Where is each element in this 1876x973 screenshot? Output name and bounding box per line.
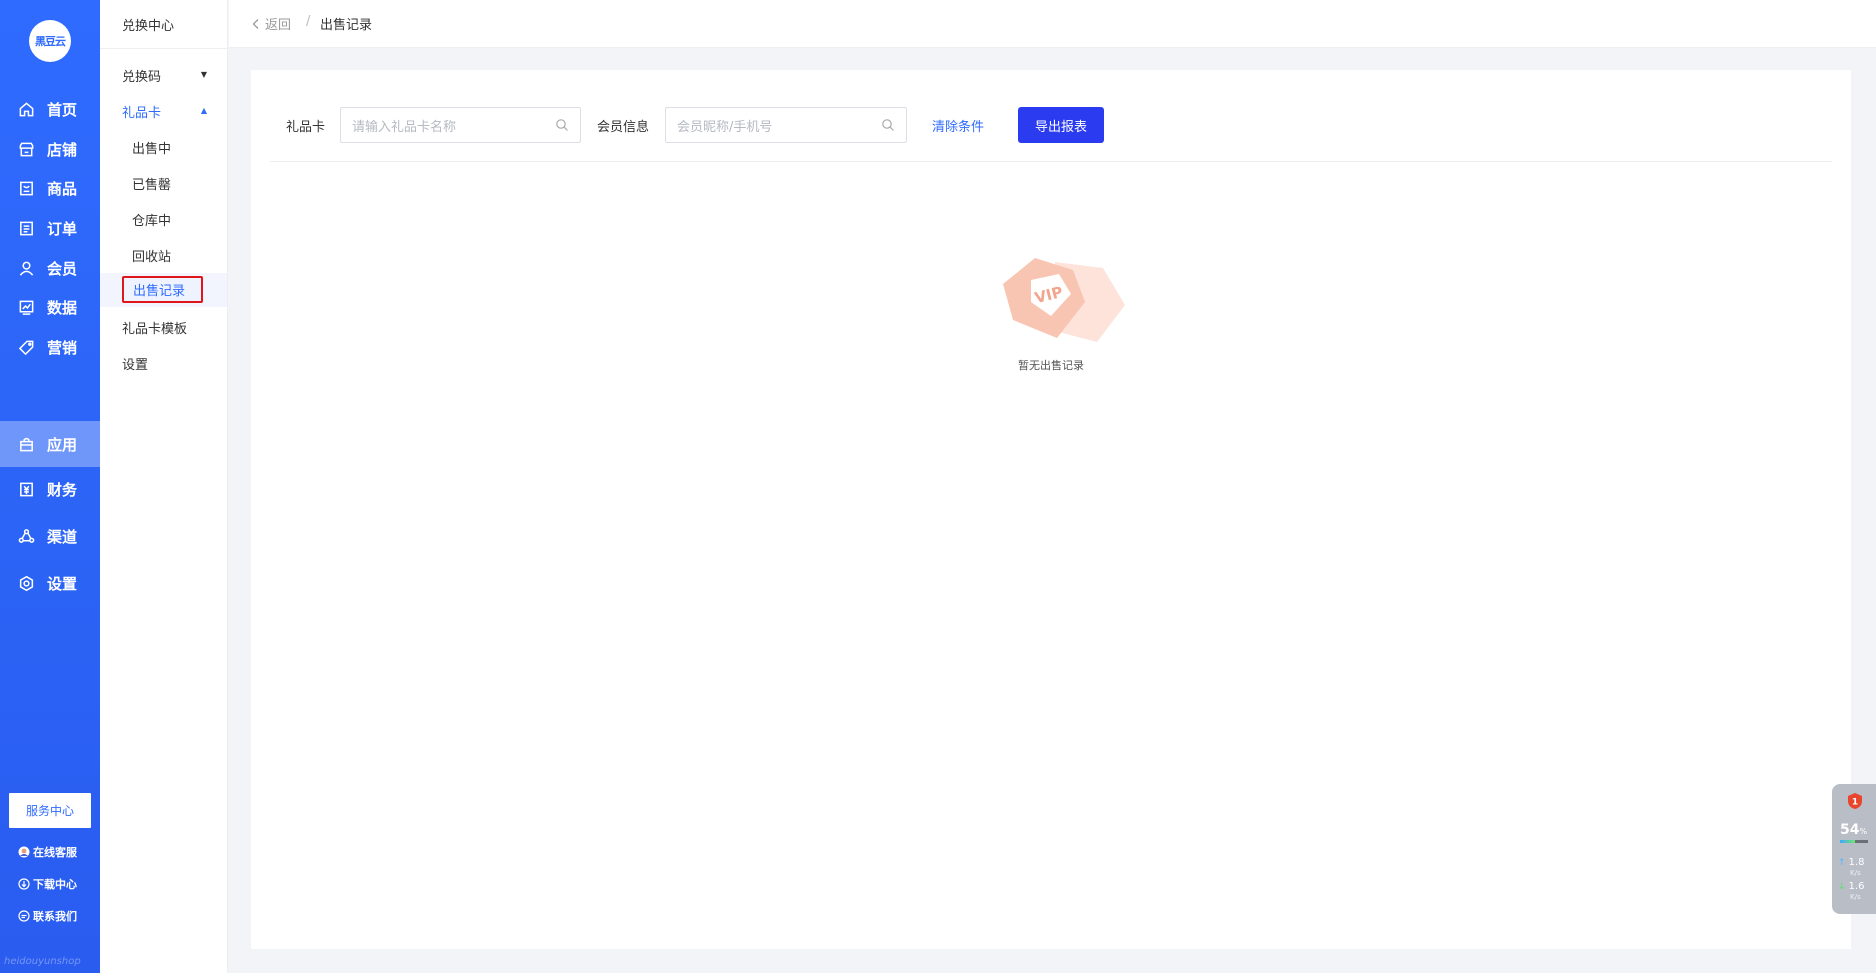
brand-logo-text: 黑豆云 — [35, 35, 66, 48]
empty-state-text: 暂无出售记录 — [1018, 359, 1084, 372]
nav-item-label: 数据 — [47, 298, 78, 317]
search-icon[interactable] — [555, 118, 569, 132]
clear-filters-link[interactable]: 清除条件 — [932, 116, 984, 135]
cpu-percent-value: 54 — [1840, 822, 1860, 838]
online-service-link[interactable]: 在线客服 — [18, 844, 77, 860]
cpu-percent-unit: % — [1859, 827, 1868, 836]
menu-giftcard[interactable]: 礼品卡 — [122, 102, 161, 121]
upload-speed-unit: K/s — [1850, 869, 1861, 877]
chart-icon — [17, 298, 35, 316]
customer-service-icon — [18, 846, 30, 858]
giftcard-filter-label: 礼品卡 — [286, 120, 326, 135]
cpu-percent: 54% — [1840, 822, 1867, 838]
settings-icon — [17, 574, 35, 592]
contact-us-link[interactable]: 联系我们 — [18, 908, 77, 924]
contact-us-label: 联系我们 — [33, 910, 77, 923]
system-monitor-widget[interactable]: 1 54% ↑ 1.8 K/s ↓ 1.6 K/s — [1832, 784, 1876, 914]
menu-giftcard-sold-out[interactable]: 已售罄 — [132, 174, 171, 193]
goods-icon — [17, 179, 35, 197]
giftcard-search-input[interactable]: 请输入礼品卡名称 — [340, 107, 581, 143]
breadcrumb: 返回 / 出售记录 — [229, 0, 1876, 48]
channel-icon — [17, 527, 35, 545]
nav-item-label: 设置 — [47, 574, 78, 593]
nav-item-label: 财务 — [47, 480, 78, 499]
tag-icon — [17, 338, 35, 356]
nav-item-label: 营销 — [47, 338, 78, 357]
chevron-down-icon[interactable]: ▼ — [201, 70, 207, 79]
menu-settings[interactable]: 设置 — [122, 354, 148, 373]
nav-item-label: 应用 — [47, 435, 78, 454]
app-icon — [17, 435, 35, 453]
download-speed-unit: K/s — [1850, 893, 1861, 901]
member-search-placeholder: 会员昵称/手机号 — [677, 119, 773, 135]
back-link[interactable]: 返回 — [251, 14, 291, 33]
secondary-sidebar-title: 兑换中心 — [122, 19, 175, 34]
member-filter-label: 会员信息 — [597, 120, 650, 135]
download-center-link[interactable]: 下载中心 — [18, 876, 77, 892]
chevron-left-icon — [252, 18, 259, 29]
nav-item-channel[interactable]: 渠道 — [0, 513, 100, 559]
breadcrumb-separator: / — [306, 14, 311, 29]
nav-item-marketing[interactable]: 营销 — [0, 324, 100, 370]
divider — [270, 161, 1832, 162]
main-sidebar: 黑豆云 首页 店铺 商品 订单 会员 数据 营销 应用 财务 渠道 设置 服务中… — [0, 0, 100, 973]
chevron-up-icon[interactable]: ▲ — [201, 106, 207, 115]
nav-item-settings[interactable]: 设置 — [0, 560, 100, 606]
search-icon[interactable] — [881, 118, 895, 132]
shield-badge-count: 1 — [1852, 798, 1858, 808]
breadcrumb-current: 出售记录 — [320, 18, 373, 33]
nav-item-label: 渠道 — [47, 527, 78, 546]
home-icon — [17, 100, 35, 118]
export-report-button[interactable]: 导出报表 — [1018, 107, 1104, 143]
chat-icon — [18, 910, 30, 922]
menu-giftcard-warehouse[interactable]: 仓库中 — [132, 210, 171, 229]
upload-speed-value: 1.8 — [1848, 857, 1865, 868]
nav-item-label: 店铺 — [47, 140, 78, 159]
divider — [100, 48, 227, 49]
service-center-button[interactable]: 服务中心 — [9, 793, 91, 828]
menu-redeem-code[interactable]: 兑换码 — [122, 66, 161, 85]
menu-giftcard-sales-records[interactable]: 出售记录 — [122, 276, 203, 303]
shield-icon: 1 — [1848, 793, 1862, 809]
download-icon — [18, 878, 30, 890]
nav-item-label: 订单 — [47, 219, 78, 238]
upload-speed: ↑ 1.8 K/s — [1838, 858, 1864, 878]
online-service-label: 在线客服 — [33, 846, 77, 859]
secondary-sidebar: 兑换中心 兑换码 ▼ 礼品卡 ▲ 出售中 已售罄 仓库中 回收站 礼品卡模板 设… — [100, 0, 228, 973]
content-card: 礼品卡 请输入礼品卡名称 会员信息 会员昵称/手机号 清除条件 导出报表 VIP… — [251, 70, 1851, 949]
cpu-usage-bar — [1840, 840, 1868, 843]
download-speed: ↓ 1.6 K/s — [1838, 882, 1864, 902]
download-arrow-icon: ↓ — [1838, 882, 1846, 892]
nav-item-apps[interactable]: 应用 — [0, 421, 100, 467]
upload-arrow-icon: ↑ — [1838, 858, 1846, 868]
member-search-input[interactable]: 会员昵称/手机号 — [665, 107, 907, 143]
download-speed-value: 1.6 — [1848, 881, 1865, 892]
menu-redeem-code-label: 兑换码 — [122, 70, 162, 85]
brand-logo[interactable]: 黑豆云 — [29, 20, 71, 62]
download-center-label: 下载中心 — [33, 878, 77, 891]
menu-giftcard-label: 礼品卡 — [122, 106, 162, 121]
empty-state-illustration: VIP — [1003, 258, 1125, 342]
nav-item-label: 会员 — [47, 259, 78, 278]
menu-giftcard-recycle-bin[interactable]: 回收站 — [132, 246, 171, 265]
menu-giftcard-on-sale[interactable]: 出售中 — [132, 138, 171, 157]
nav-item-finance[interactable]: 财务 — [0, 466, 100, 512]
menu-giftcard-template[interactable]: 礼品卡模板 — [122, 318, 187, 337]
nav-item-label: 首页 — [47, 100, 78, 119]
cpu-usage-fill — [1840, 840, 1856, 843]
member-icon — [17, 259, 35, 277]
store-icon — [17, 140, 35, 158]
watermark-text: heidouyunshop — [4, 956, 81, 967]
nav-item-label: 商品 — [47, 179, 78, 198]
giftcard-search-placeholder: 请输入礼品卡名称 — [352, 119, 457, 135]
order-icon — [17, 219, 35, 237]
back-link-label: 返回 — [265, 18, 292, 33]
finance-icon — [17, 480, 35, 498]
